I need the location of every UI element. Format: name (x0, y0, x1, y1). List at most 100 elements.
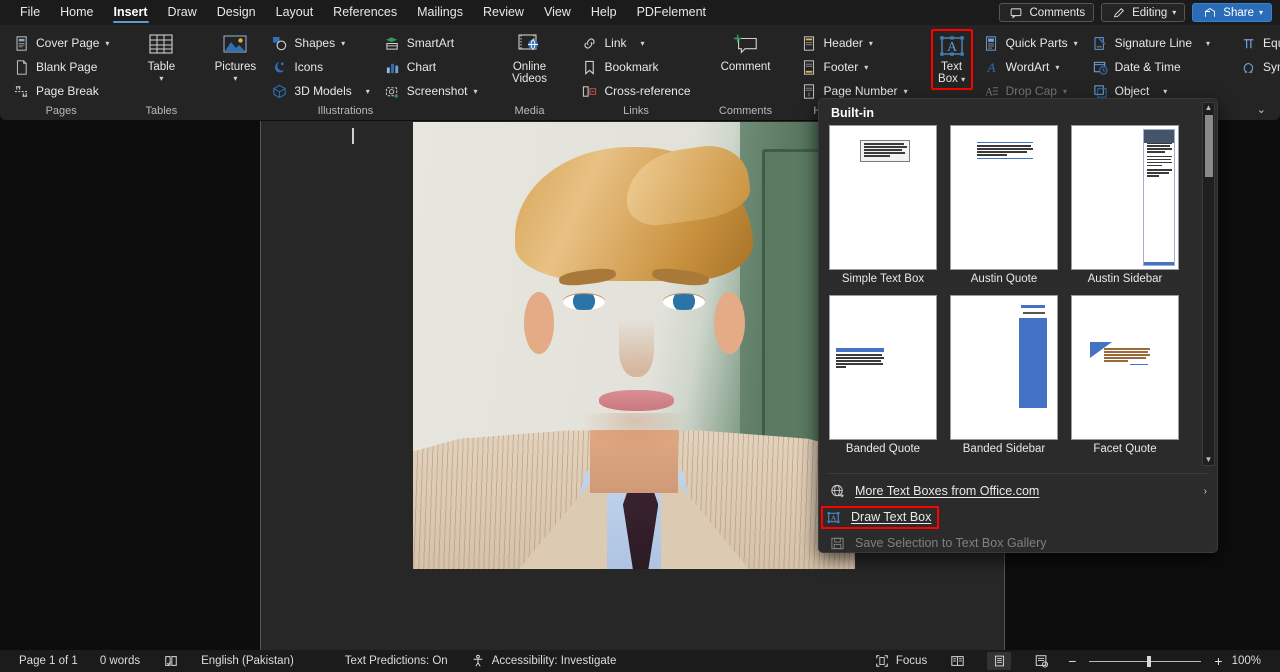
menu-tab-layout[interactable]: Layout (266, 0, 324, 25)
ribbon-group-label-illustrations: Illustrations (207, 104, 483, 120)
chevron-down-icon: ▾ (233, 73, 237, 85)
chart-icon (384, 59, 401, 76)
ribbon-button-link[interactable]: Link ▾ (575, 31, 696, 55)
scroll-down-arrow-icon[interactable]: ▼ (1205, 455, 1213, 465)
ribbon-button-cross-reference[interactable]: Cross-reference (575, 79, 696, 103)
ribbon-button-quick-parts[interactable]: Quick Parts ▾ (977, 31, 1084, 55)
scrollbar-thumb[interactable] (1205, 115, 1213, 177)
chevron-down-icon: ▾ (159, 73, 163, 85)
ribbon-button-3d-models[interactable]: 3D Models ▾ (265, 79, 375, 103)
new-comment-icon (733, 32, 759, 58)
zoom-in-button[interactable]: + (1214, 653, 1222, 669)
menu-item-more-text-boxes[interactable]: More Text Boxes from Office.com › (819, 478, 1217, 504)
status-accessibility[interactable]: Accessibility: Investigate (459, 653, 628, 670)
ribbon-button-blank-page[interactable]: Blank Page (7, 55, 115, 79)
ribbon-button-text-box[interactable]: A Text Box ▾ (931, 29, 973, 90)
gallery-caption: Banded Quote (829, 440, 937, 455)
editing-button[interactable]: Editing ▾ (1101, 3, 1185, 22)
menu-tab-file[interactable]: File (10, 0, 50, 25)
cover-page-icon (13, 35, 30, 52)
gallery-item-facet-quote[interactable]: Facet Quote (1071, 295, 1179, 455)
view-mode-print-layout[interactable] (978, 652, 1020, 670)
object-icon (1092, 83, 1109, 100)
zoom-control[interactable]: − + (1062, 653, 1222, 669)
ribbon-button-signature-line[interactable]: Signature Line ▾ (1086, 31, 1216, 55)
status-focus-button[interactable]: Focus (865, 653, 936, 670)
ribbon-button-icons[interactable]: Icons (265, 55, 375, 79)
comments-label: Comments (1030, 7, 1086, 19)
gallery-grid: Simple Text Box Austin Quote (819, 125, 1217, 455)
ribbon-button-page-break[interactable]: Page Break (7, 79, 115, 103)
svg-text:A: A (985, 86, 994, 98)
ribbon-button-screenshot[interactable]: Screenshot ▾ (378, 79, 484, 103)
gallery-item-austin-sidebar[interactable]: Austin Sidebar (1071, 125, 1179, 285)
gallery-item-banded-quote[interactable]: Banded Quote (829, 295, 937, 455)
zoom-slider-thumb[interactable] (1147, 656, 1151, 667)
chevron-down-icon: ▾ (1074, 39, 1078, 48)
chevron-down-icon: ▾ (341, 39, 345, 48)
ribbon-button-table[interactable]: Table ▾ (133, 29, 189, 85)
status-proofing[interactable] (151, 653, 190, 670)
ribbon-label-text-box-line2: Box ▾ (938, 73, 965, 86)
zoom-out-button[interactable]: − (1068, 653, 1076, 669)
gallery-item-simple-text-box[interactable]: Simple Text Box (829, 125, 937, 285)
ribbon-button-symbol[interactable]: Symbol ▾ (1234, 55, 1280, 79)
view-mode-read[interactable] (936, 652, 978, 670)
ribbon-button-shapes[interactable]: Shapes ▾ (265, 31, 375, 55)
ribbon-group-tables: Table ▾ Tables (126, 25, 196, 120)
view-mode-web-layout[interactable]: ! (1020, 652, 1062, 670)
menu-tab-references[interactable]: References (323, 0, 407, 25)
share-button[interactable]: Share ▾ (1192, 3, 1272, 22)
status-word-count[interactable]: 0 words (89, 655, 151, 667)
scroll-up-arrow-icon[interactable]: ▲ (1205, 103, 1213, 113)
ribbon-button-online-videos[interactable]: Online Videos (501, 29, 557, 85)
menu-tab-home-label: Home (60, 5, 93, 19)
menu-tab-insert[interactable]: Insert (104, 0, 158, 25)
ribbon-button-cover-page[interactable]: Cover Page ▾ (7, 31, 115, 55)
ribbon-button-date-time[interactable]: Date & Time (1086, 55, 1216, 79)
ribbon-group-symbols: Equation ▾ Symbol ▾ (1227, 25, 1280, 120)
menu-tab-mailings[interactable]: Mailings (407, 0, 473, 25)
ribbon-button-smartart[interactable]: SmartArt (378, 31, 484, 55)
svg-text:A: A (986, 60, 996, 75)
share-icon (1201, 4, 1218, 21)
menu-tab-help[interactable]: Help (581, 0, 627, 25)
zoom-slider-track[interactable] (1089, 661, 1201, 662)
menu-tab-pdfelement[interactable]: PDFelement (627, 0, 716, 25)
status-text-predictions[interactable]: Text Predictions: On (305, 655, 459, 667)
status-page-indicator[interactable]: Page 1 of 1 (8, 655, 89, 667)
gallery-item-austin-quote[interactable]: Austin Quote (950, 125, 1058, 285)
status-bar: Page 1 of 1 0 words English (Pakistan) T… (0, 650, 1280, 672)
gallery-scrollbar[interactable]: ▲ ▼ (1202, 102, 1215, 466)
status-language[interactable]: English (Pakistan) (190, 655, 305, 667)
comments-button[interactable]: Comments (999, 3, 1095, 22)
menu-item-draw-text-box[interactable]: A Draw Text Box (819, 504, 1217, 530)
menu-tab-view[interactable]: View (534, 0, 581, 25)
status-bar-left: Page 1 of 1 0 words English (Pakistan) T… (0, 653, 627, 670)
ribbon-collapse-chevron-icon[interactable]: ⌄ (1257, 103, 1266, 116)
ribbon-button-equation[interactable]: Equation ▾ (1234, 31, 1280, 55)
menu-tab-design[interactable]: Design (207, 0, 266, 25)
menu-tab-draw[interactable]: Draw (158, 0, 207, 25)
menu-tab-review[interactable]: Review (473, 0, 534, 25)
status-accessibility-label: Accessibility: Investigate (492, 655, 617, 667)
ribbon-button-chart[interactable]: Chart (378, 55, 484, 79)
cross-reference-icon (581, 83, 598, 100)
ribbon-button-footer[interactable]: Footer ▾ (795, 55, 914, 79)
ribbon-button-comment[interactable]: Comment (715, 29, 777, 73)
inserted-photo[interactable] (413, 122, 855, 569)
ribbon-button-wordart[interactable]: A WordArt ▾ (977, 55, 1084, 79)
chevron-down-icon: ▾ (961, 75, 965, 84)
ribbon-button-header[interactable]: Header ▾ (795, 31, 914, 55)
gallery-item-banded-sidebar[interactable]: Banded Sidebar (950, 295, 1058, 455)
3d-models-icon (271, 83, 288, 100)
zoom-level[interactable]: 100% (1223, 655, 1270, 667)
gallery-caption: Facet Quote (1071, 440, 1179, 455)
ribbon-label-smartart: SmartArt (407, 36, 454, 50)
ribbon-button-bookmark[interactable]: Bookmark (575, 55, 696, 79)
chevron-down-icon: ▾ (869, 39, 873, 48)
ribbon-group-pages: Cover Page ▾ Blank Page Page Break Pages (0, 25, 122, 120)
svg-text:A: A (831, 513, 837, 522)
ribbon-button-pictures[interactable]: Pictures ▾ (207, 29, 263, 85)
menu-tab-home[interactable]: Home (50, 0, 103, 25)
